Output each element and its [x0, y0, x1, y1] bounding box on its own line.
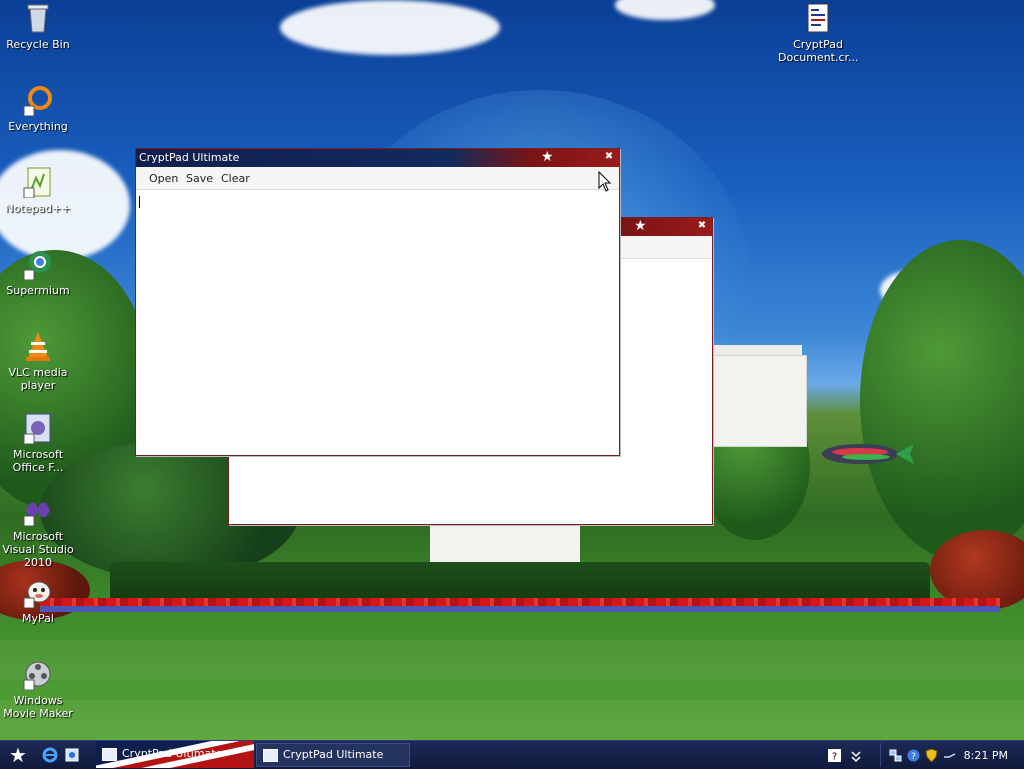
desktop-icon-cryptpad-document[interactable]: CryptPad Document.cr... [778, 2, 859, 64]
desktop-icon-notepadpp[interactable]: Notepad++ [0, 166, 78, 215]
star-icon: ★ [9, 743, 27, 767]
menu-clear[interactable]: Clear [221, 172, 250, 185]
desktop-icon-label: Everything [8, 120, 68, 133]
window-icon [102, 748, 117, 761]
taskbar-item-label: CryptPad Ultimate [122, 747, 223, 760]
desktop-icon-label: Windows Movie Maker [3, 694, 73, 720]
flower-bed [40, 606, 1000, 612]
title-bar[interactable]: CryptPad Ultimate ★ ✖ [136, 149, 619, 167]
desktop-icon-supermium[interactable]: Supermium [0, 248, 78, 297]
cryptpad-window-front[interactable]: CryptPad Ultimate ★ ✖ Open Save Clear [135, 148, 620, 456]
desktop-icon-label: Microsoft Office F... [12, 448, 64, 474]
desktop-icon-label: Supermium [6, 284, 70, 297]
desktop-icon-label: MyPal [22, 612, 54, 625]
star-icon[interactable]: ★ [541, 150, 554, 165]
desktop-icon-office[interactable]: Microsoft Office F... [0, 412, 78, 474]
taskbar-item-label: CryptPad Ultimate [283, 748, 384, 761]
recycle-bin-icon [22, 2, 54, 34]
desktop-icon-label: Microsoft Visual Studio 2010 [2, 530, 74, 569]
show-desktop-icon[interactable] [64, 747, 80, 763]
cloud [280, 0, 500, 55]
desktop-icon-mypal[interactable]: MyPal [0, 576, 78, 625]
building [700, 355, 807, 447]
close-icon[interactable]: ✖ [696, 220, 708, 232]
hedge [110, 562, 930, 602]
help-icon[interactable]: ? [828, 749, 841, 762]
svg-text:?: ? [911, 752, 916, 762]
document-icon [802, 2, 834, 34]
window-title: CryptPad Ultimate [139, 151, 240, 164]
lawn-stripe [0, 640, 1024, 680]
desktop-icon-label: Notepad++ [5, 202, 71, 215]
movie-maker-icon [22, 658, 54, 691]
expand-arrow-icon[interactable] [850, 749, 863, 762]
text-editor[interactable] [136, 191, 619, 455]
network-icon[interactable] [889, 749, 902, 762]
system-tray: ? 8:21 PM [880, 743, 1024, 767]
mypal-icon [22, 576, 54, 609]
star-icon[interactable]: ★ [634, 219, 647, 234]
everything-icon [22, 84, 54, 117]
taskbar-item-cryptpad-2[interactable]: CryptPad Ultimate [256, 743, 410, 767]
vlc-icon [22, 330, 54, 362]
taskbar: ★ CryptPad Ultimate CryptPad Ultimate ? … [0, 740, 1024, 769]
svg-text:?: ? [832, 752, 837, 763]
desktop-icon-everything[interactable]: Everything [0, 84, 78, 133]
menu-open[interactable]: Open [149, 172, 178, 185]
desktop-icon-vlc[interactable]: VLC media player [0, 330, 78, 392]
taskbar-item-cryptpad-1[interactable]: CryptPad Ultimate [96, 743, 252, 765]
desktop-icon-label: VLC media player [8, 366, 68, 392]
office-icon [22, 412, 54, 445]
desktop-icon-label: CryptPad Document.cr... [778, 38, 859, 64]
notepadpp-icon [22, 166, 54, 199]
desktop-icon-label: Recycle Bin [6, 38, 70, 51]
lawn-stripe [0, 700, 1024, 740]
visual-studio-icon [22, 494, 54, 527]
security-shield-icon[interactable] [925, 749, 938, 762]
help-circle-icon[interactable]: ? [907, 749, 920, 762]
start-button[interactable]: ★ [4, 742, 32, 768]
fish-icon [822, 444, 914, 464]
window-icon [263, 749, 278, 762]
desktop-icon-movie-maker[interactable]: Windows Movie Maker [0, 658, 78, 720]
mouse-cursor-icon [598, 171, 612, 192]
clock[interactable]: 8:21 PM [964, 749, 1008, 762]
ie-icon[interactable] [42, 747, 58, 763]
menu-bar: Open Save Clear [136, 167, 619, 190]
menu-save[interactable]: Save [186, 172, 213, 185]
desktop-icon-recycle-bin[interactable]: Recycle Bin [0, 2, 78, 51]
text-caret [139, 196, 140, 208]
supermium-icon [22, 248, 54, 281]
building-front [430, 522, 580, 562]
desktop-icon-visual-studio[interactable]: Microsoft Visual Studio 2010 [0, 494, 78, 569]
close-icon[interactable]: ✖ [603, 151, 615, 163]
flower-bed [40, 598, 1000, 606]
volume-icon[interactable] [943, 749, 956, 762]
cloud [615, 0, 715, 20]
